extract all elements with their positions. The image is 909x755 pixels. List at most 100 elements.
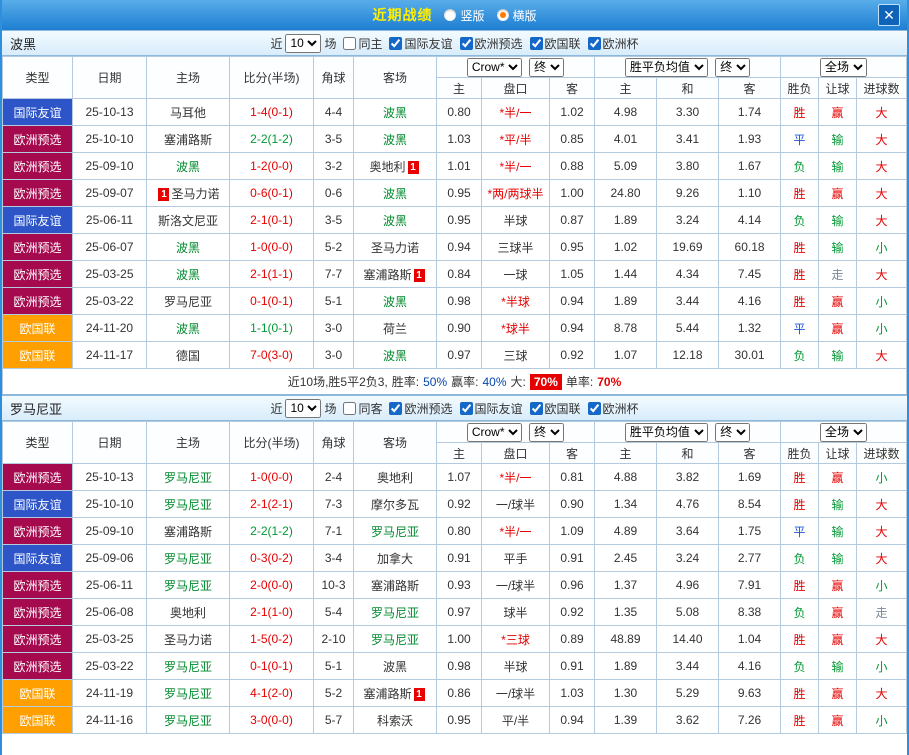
- avg-source-select[interactable]: 胜平负均值: [625, 423, 708, 442]
- single-rate-value: 70%: [597, 375, 621, 389]
- home-team-link[interactable]: 奥地利: [170, 606, 206, 620]
- odds-final-select[interactable]: 终: [529, 423, 564, 442]
- competition-filter[interactable]: 欧国联: [530, 400, 581, 417]
- competition-filter[interactable]: 欧洲杯: [588, 35, 639, 52]
- match-result: 胜: [794, 579, 806, 593]
- home-team-link[interactable]: 斯洛文尼亚: [158, 214, 218, 228]
- home-team-link[interactable]: 马耳他: [170, 106, 206, 120]
- avg-source-select[interactable]: 胜平负均值: [625, 58, 708, 77]
- competition-filter[interactable]: 欧洲预选: [460, 35, 523, 52]
- away-team-link[interactable]: 圣马力诺: [371, 241, 419, 255]
- horizontal-layout-label[interactable]: 横版: [513, 7, 537, 24]
- horizontal-layout-radio[interactable]: [497, 9, 509, 21]
- corners: 5-1: [314, 288, 354, 315]
- away-team-link[interactable]: 塞浦路斯: [363, 268, 411, 282]
- away-team-link[interactable]: 科索沃: [377, 714, 413, 728]
- competition-filter[interactable]: 欧洲杯: [588, 400, 639, 417]
- home-team-link[interactable]: 罗马尼亚: [164, 687, 212, 701]
- avg-final-select[interactable]: 终: [715, 58, 750, 77]
- competition-checkbox[interactable]: [588, 37, 601, 50]
- vertical-layout-radio[interactable]: [444, 9, 456, 21]
- home-team-link[interactable]: 波黑: [176, 160, 200, 174]
- result-cell: 胜: [781, 707, 819, 734]
- col-corner: 角球: [314, 422, 354, 464]
- away-team-link[interactable]: 波黑: [383, 349, 407, 363]
- home-team-link[interactable]: 塞浦路斯: [164, 525, 212, 539]
- home-water-odds: 0.95: [437, 207, 482, 234]
- match-row: 欧国联24-11-16罗马尼亚3-0(0-0)5-7科索沃0.95平/半0.94…: [3, 707, 907, 734]
- away-team-link[interactable]: 波黑: [383, 660, 407, 674]
- away-team-cell: 波黑: [354, 207, 437, 234]
- same-venue-checkbox[interactable]: [343, 402, 356, 415]
- handicap-line: *半/一: [482, 464, 550, 491]
- odds-source-select[interactable]: Crow*: [467, 423, 522, 442]
- home-team-link[interactable]: 波黑: [176, 268, 200, 282]
- match-result: 胜: [794, 106, 806, 120]
- home-team-link[interactable]: 罗马尼亚: [164, 552, 212, 566]
- home-water-odds: 0.80: [437, 99, 482, 126]
- away-team-link[interactable]: 奥地利: [369, 160, 405, 174]
- vertical-layout-label[interactable]: 竖版: [460, 7, 484, 24]
- odds-final-select[interactable]: 终: [529, 58, 564, 77]
- home-team-link[interactable]: 罗马尼亚: [164, 471, 212, 485]
- same-venue-filter[interactable]: 同主: [343, 35, 382, 52]
- away-team-link[interactable]: 荷兰: [383, 322, 407, 336]
- competition-checkbox[interactable]: [530, 37, 543, 50]
- home-team-link[interactable]: 罗马尼亚: [164, 714, 212, 728]
- home-team-cell: 波黑: [147, 153, 230, 180]
- competition-checkbox[interactable]: [460, 37, 473, 50]
- competition-filter[interactable]: 欧国联: [530, 35, 581, 52]
- competition-checkbox[interactable]: [389, 402, 402, 415]
- same-venue-checkbox[interactable]: [343, 37, 356, 50]
- home-team-link[interactable]: 波黑: [176, 322, 200, 336]
- competition-checkbox[interactable]: [530, 402, 543, 415]
- away-team-link[interactable]: 波黑: [383, 214, 407, 228]
- away-team-link[interactable]: 加拿大: [377, 552, 413, 566]
- competition-filter[interactable]: 国际友谊: [460, 400, 523, 417]
- away-team-cell: 罗马尼亚: [354, 599, 437, 626]
- col-date: 日期: [73, 57, 147, 99]
- away-team-link[interactable]: 塞浦路斯: [371, 579, 419, 593]
- away-team-link[interactable]: 波黑: [383, 187, 407, 201]
- away-team-link[interactable]: 奥地利: [377, 471, 413, 485]
- home-team-link[interactable]: 德国: [176, 349, 200, 363]
- home-team-link[interactable]: 塞浦路斯: [164, 133, 212, 147]
- competition-checkbox[interactable]: [588, 402, 601, 415]
- away-team-link[interactable]: 罗马尼亚: [371, 606, 419, 620]
- home-team-link[interactable]: 圣马力诺: [164, 633, 212, 647]
- home-team-link[interactable]: 罗马尼亚: [164, 295, 212, 309]
- competition-filter[interactable]: 国际友谊: [389, 35, 452, 52]
- result-cell: 平: [781, 315, 819, 342]
- recent-count-select[interactable]: 10: [285, 34, 321, 53]
- home-team-link[interactable]: 罗马尼亚: [164, 498, 212, 512]
- avg-draw-odds: 5.08: [657, 599, 719, 626]
- scope-select[interactable]: 全场: [820, 58, 867, 77]
- scope-select[interactable]: 全场: [820, 423, 867, 442]
- avg-home-odds: 8.78: [595, 315, 657, 342]
- avg-final-select[interactable]: 终: [715, 423, 750, 442]
- competition-checkbox[interactable]: [389, 37, 402, 50]
- close-icon[interactable]: ✕: [878, 4, 900, 26]
- result-cell: 负: [781, 545, 819, 572]
- recent-count-select[interactable]: 10: [285, 399, 321, 418]
- odds-source-select[interactable]: Crow*: [467, 58, 522, 77]
- away-team-link[interactable]: 塞浦路斯: [363, 687, 411, 701]
- away-team-link[interactable]: 罗马尼亚: [371, 633, 419, 647]
- away-team-link[interactable]: 波黑: [383, 295, 407, 309]
- home-team-link[interactable]: 圣马力诺: [171, 187, 219, 201]
- away-team-link[interactable]: 波黑: [383, 106, 407, 120]
- away-team-link[interactable]: 波黑: [383, 133, 407, 147]
- same-venue-filter[interactable]: 同客: [343, 400, 382, 417]
- home-water-odds: 1.03: [437, 126, 482, 153]
- away-team-link[interactable]: 罗马尼亚: [371, 525, 419, 539]
- home-team-link[interactable]: 罗马尼亚: [164, 579, 212, 593]
- away-team-link[interactable]: 摩尔多瓦: [371, 498, 419, 512]
- match-row: 国际友谊25-09-06罗马尼亚0-3(0-2)3-4加拿大0.91平手0.91…: [3, 545, 907, 572]
- home-water-odds: 1.01: [437, 153, 482, 180]
- home-team-link[interactable]: 波黑: [176, 241, 200, 255]
- competition-filter[interactable]: 欧洲预选: [389, 400, 452, 417]
- home-team-link[interactable]: 罗马尼亚: [164, 660, 212, 674]
- match-row: 欧洲预选25-10-13罗马尼亚1-0(0-0)2-4奥地利1.07*半/一0.…: [3, 464, 907, 491]
- goals-result: 大: [876, 268, 888, 282]
- competition-checkbox[interactable]: [460, 402, 473, 415]
